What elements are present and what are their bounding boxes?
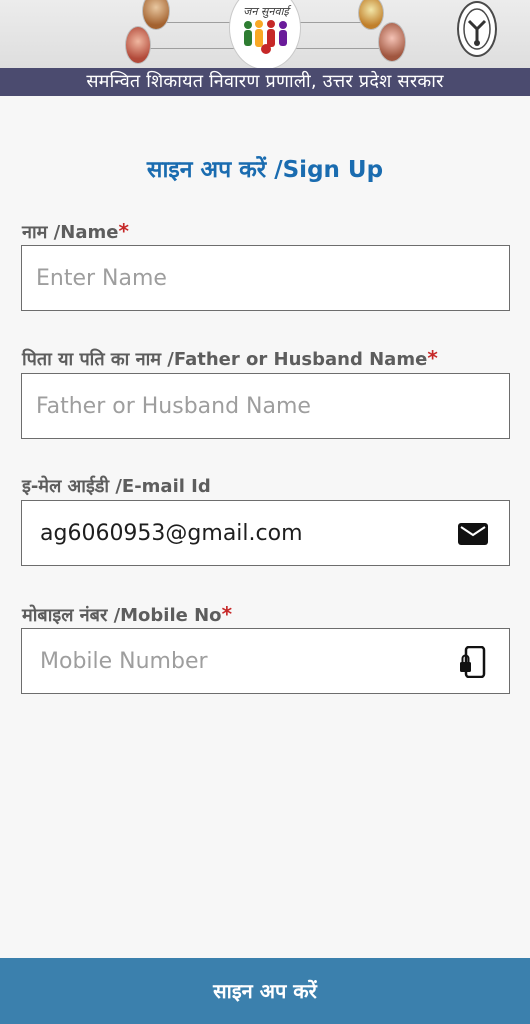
portal-title-bar: समन्वित शिकायत निवारण प्रणाली, उत्तर प्र… bbox=[0, 68, 530, 96]
name-field-box bbox=[21, 245, 510, 311]
banner-photo bbox=[358, 0, 384, 30]
mail-icon bbox=[458, 523, 488, 545]
banner-photo bbox=[142, 0, 170, 30]
required-marker: * bbox=[221, 602, 233, 626]
signup-screen: जन सुनवाई समन्वित शिकायत निवारण प्रणाली,… bbox=[0, 0, 530, 1024]
phone-lock-icon bbox=[460, 646, 486, 678]
name-label: नाम /Name* bbox=[22, 219, 129, 244]
signup-button[interactable]: साइन अप करें bbox=[0, 958, 530, 1024]
banner-photo bbox=[378, 22, 406, 62]
mobile-input[interactable] bbox=[40, 629, 470, 693]
jansunwai-logo: जन सुनवाई bbox=[229, 0, 301, 68]
name-input[interactable] bbox=[36, 246, 466, 310]
email-field-box bbox=[21, 500, 510, 566]
name-label-text: नाम /Name bbox=[22, 222, 119, 243]
banner-photo bbox=[125, 26, 151, 64]
up-govt-emblem bbox=[457, 1, 497, 57]
father-husband-label-text: पिता या पति का नाम /Father or Husband Na… bbox=[22, 349, 428, 370]
father-husband-input[interactable] bbox=[36, 374, 466, 438]
required-marker: * bbox=[118, 219, 129, 243]
mobile-label: मोबाइल नंबर /Mobile No* bbox=[22, 602, 232, 627]
email-label: इ-मेल आईडी /E-mail Id bbox=[22, 474, 211, 498]
required-marker: * bbox=[427, 346, 438, 370]
email-input[interactable] bbox=[40, 501, 470, 565]
mobile-field-box bbox=[21, 628, 510, 694]
email-label-text: इ-मेल आईडी /E-mail Id bbox=[22, 476, 211, 497]
father-husband-field-box bbox=[21, 373, 510, 439]
header-banner: जन सुनवाई bbox=[0, 0, 530, 68]
people-icon bbox=[244, 20, 287, 54]
logo-text: जन सुनवाई bbox=[243, 5, 289, 18]
emblem-icon bbox=[463, 8, 491, 50]
form-title: साइन अप करें /Sign Up bbox=[146, 157, 384, 183]
father-husband-label: पिता या पति का नाम /Father or Husband Na… bbox=[22, 346, 438, 371]
mobile-label-text: मोबाइल नंबर /Mobile No bbox=[22, 605, 222, 626]
